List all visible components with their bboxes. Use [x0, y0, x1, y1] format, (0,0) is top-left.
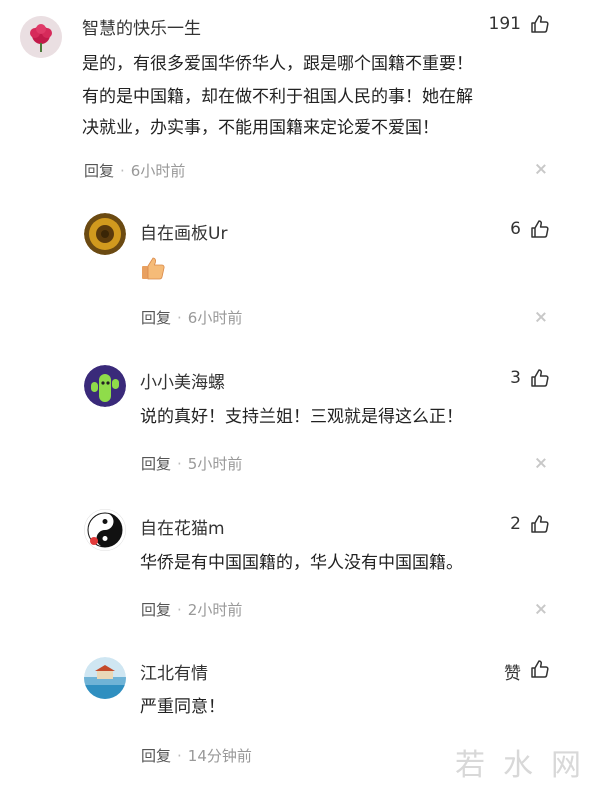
- like-count: 2: [510, 514, 521, 534]
- thumbs-up-icon[interactable]: [530, 219, 550, 239]
- separator-dot: ·: [177, 309, 182, 327]
- comment-2: 自在画板Ur 6 回复 · 6小时前: [0, 195, 600, 343]
- timestamp: 5小时前: [187, 455, 243, 473]
- thumbs-up-icon[interactable]: [530, 659, 550, 679]
- thumbs-up-icon[interactable]: [530, 368, 550, 388]
- commenter-name[interactable]: 智慧的快乐一生: [82, 14, 201, 39]
- rose-avatar-icon: [20, 16, 62, 58]
- comment-meta: 回复 · 5小时前: [141, 453, 242, 474]
- comment-4: 自在花猫m 2 华侨是有中国国籍的，华人没有中国国籍。 回复 · 2小时前: [0, 491, 600, 639]
- separator-dot: ·: [177, 747, 182, 765]
- comment-text-line: 有的是中国籍，却在做不利于祖国人民的事！她在解: [82, 87, 473, 107]
- reply-button[interactable]: 回复: [141, 601, 171, 619]
- separator-dot: ·: [177, 601, 182, 619]
- comment-meta: 回复 · 14分钟前: [141, 745, 252, 766]
- comment-text: 华侨是有中国国籍的，华人没有中国国籍。: [140, 553, 463, 573]
- separator-dot: ·: [177, 455, 182, 473]
- sunflower-avatar-icon: [84, 213, 126, 255]
- like-count: 191: [488, 14, 521, 34]
- avatar[interactable]: [84, 213, 126, 255]
- commenter-name[interactable]: 江北有情: [140, 659, 208, 684]
- like-count: 6: [510, 219, 521, 239]
- reply-button[interactable]: 回复: [141, 309, 171, 327]
- comment-meta: 回复 · 6小时前: [84, 160, 185, 181]
- reply-button[interactable]: 回复: [141, 747, 171, 765]
- reply-button[interactable]: 回复: [141, 455, 171, 473]
- like-label[interactable]: 赞: [504, 659, 521, 684]
- comment-text-line: 是的，有很多爱国华侨华人，跟是哪个国籍不重要！: [82, 54, 473, 74]
- comment-text: 说的真好！支持兰姐！三观就是得这么正！: [140, 407, 463, 427]
- close-icon[interactable]: [535, 457, 547, 469]
- avatar[interactable]: [84, 365, 126, 407]
- watermark: 若水网: [455, 748, 599, 783]
- avatar[interactable]: [84, 509, 126, 551]
- commenter-name[interactable]: 自在花猫m: [140, 514, 225, 539]
- comment-meta: 回复 · 2小时前: [141, 599, 242, 620]
- thumbs-up-emoji-icon: [142, 257, 165, 280]
- thumbs-up-icon[interactable]: [530, 14, 550, 34]
- close-icon[interactable]: [535, 311, 547, 323]
- comment-meta: 回复 · 6小时前: [141, 307, 242, 328]
- like-count: 3: [510, 368, 521, 388]
- timestamp: 14分钟前: [187, 747, 252, 765]
- timestamp: 2小时前: [187, 601, 243, 619]
- avatar[interactable]: [84, 657, 126, 699]
- yin-yang-avatar-icon: [84, 509, 126, 551]
- timestamp: 6小时前: [130, 162, 186, 180]
- close-icon[interactable]: [535, 603, 547, 615]
- comment-1: 智慧的快乐一生 191 是的，有很多爱国华侨华人，跟是哪个国籍不重要！ 有的是中…: [0, 0, 600, 195]
- landscape-avatar-icon: [84, 657, 126, 699]
- close-icon[interactable]: [535, 163, 547, 175]
- comment-3: 小小美海螺 3 说的真好！支持兰姐！三观就是得这么正！ 回复 · 5小时前: [0, 343, 600, 491]
- separator-dot: ·: [120, 162, 125, 180]
- cactus-avatar-icon: [84, 365, 126, 407]
- reply-button[interactable]: 回复: [84, 162, 114, 180]
- commenter-name[interactable]: 小小美海螺: [140, 368, 225, 393]
- thumbs-up-icon[interactable]: [530, 514, 550, 534]
- commenter-name[interactable]: 自在画板Ur: [140, 219, 227, 244]
- timestamp: 6小时前: [187, 309, 243, 327]
- avatar[interactable]: [20, 16, 62, 58]
- comment-text: 严重同意！: [140, 697, 225, 717]
- comment-text-line: 决就业，办实事，不能用国籍来定论爱不爱国！: [82, 118, 439, 138]
